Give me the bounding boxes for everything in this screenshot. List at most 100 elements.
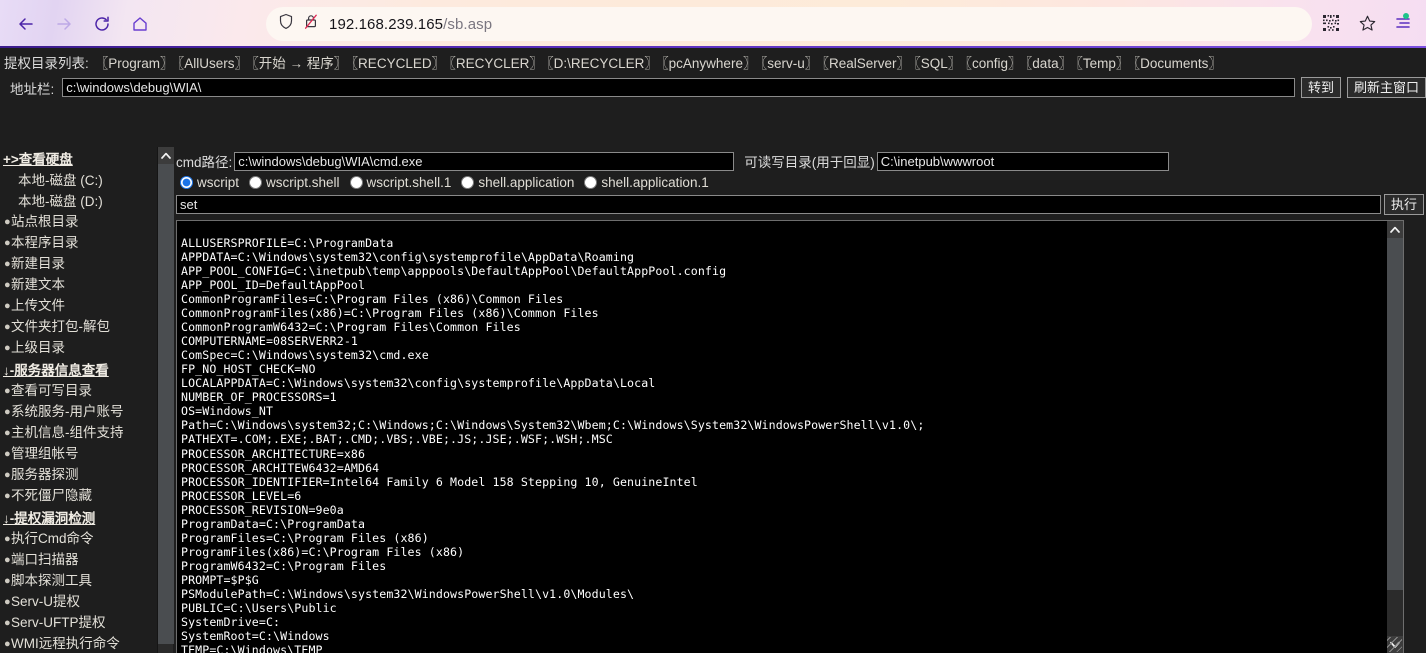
- sidebar-scroll-thumb[interactable]: [158, 164, 174, 644]
- sidebar-item-g2-5[interactable]: ●不死僵尸隐藏: [3, 486, 156, 507]
- bullet-icon: ●: [4, 385, 11, 397]
- bullet-icon: ●: [4, 469, 11, 481]
- sidebar-item-label: 站点根目录: [11, 214, 79, 229]
- bullet-icon: ●: [4, 533, 11, 545]
- priv-dir-link-5[interactable]: 〖D:\RECYCLER〗: [547, 56, 658, 71]
- bullet-icon: ●: [4, 237, 11, 249]
- bookmark-button[interactable]: [1350, 6, 1384, 40]
- sidebar-item-g3-3[interactable]: ●Serv-U提权: [3, 592, 156, 613]
- readwrite-dir-label: 可读写目录(用于回显): [744, 155, 875, 170]
- sidebar-item-label: 本程序目录: [11, 235, 79, 250]
- priv-dir-link-9[interactable]: 〖SQL〗: [914, 56, 961, 71]
- sidebar-item-g1-4[interactable]: ●上传文件: [3, 296, 156, 317]
- sidebar-item-label: 系统服务-用户账号: [11, 404, 124, 419]
- sidebar-item-g3-0[interactable]: ●执行Cmd命令: [3, 529, 156, 550]
- crossed-lock-icon[interactable]: [303, 13, 319, 35]
- sidebar-item-g1-1[interactable]: ●本程序目录: [3, 233, 156, 254]
- sidebar-item-label: 脚本探测工具: [11, 573, 92, 588]
- component-radio-input-1[interactable]: [249, 176, 263, 189]
- sidebar-item-label: 不死僵尸隐藏: [11, 488, 92, 503]
- priv-dir-link-8[interactable]: 〖RealServer〗: [822, 56, 910, 71]
- sidebar-item-g2-0[interactable]: ●查看可写目录: [3, 381, 156, 402]
- component-radio-label-0[interactable]: wscript: [197, 175, 239, 190]
- shield-icon[interactable]: [278, 13, 294, 35]
- home-button[interactable]: [122, 6, 158, 42]
- priv-dir-link-13[interactable]: 〖Documents〗: [1133, 56, 1222, 71]
- sidebar-disk-0[interactable]: 本地-磁盘 (C:): [3, 170, 156, 191]
- sidebar-scroll-up-button[interactable]: [158, 147, 174, 164]
- component-radio-input-2[interactable]: [349, 176, 363, 189]
- sidebar-item-label: Serv-U提权: [11, 594, 81, 609]
- component-radio-input-4[interactable]: [584, 176, 598, 189]
- sidebar-item-g2-2[interactable]: ●主机信息-组件支持: [3, 423, 156, 444]
- sidebar-item-label: 管理组帐号: [11, 446, 79, 461]
- back-button[interactable]: [8, 6, 44, 42]
- priv-dir-link-10[interactable]: 〖config〗: [965, 56, 1021, 71]
- sidebar-item-g1-6[interactable]: ●上级目录: [3, 338, 156, 359]
- sidebar-item-g3-1[interactable]: ●端口扫描器: [3, 550, 156, 571]
- qr-code-button[interactable]: [1314, 6, 1348, 40]
- bullet-icon: ●: [4, 448, 11, 460]
- component-radio-label-3[interactable]: shell.application: [478, 175, 574, 190]
- sidebar-item-g2-1[interactable]: ●系统服务-用户账号: [3, 402, 156, 423]
- cmd-path-row: cmd路径: 可读写目录(用于回显): [174, 147, 1426, 173]
- readwrite-dir-input[interactable]: [876, 151, 1169, 171]
- sidebar-item-g3-5[interactable]: ●WMI远程执行命令: [3, 634, 156, 653]
- component-radio-label-1[interactable]: wscript.shell: [266, 175, 340, 190]
- cmd-path-input[interactable]: [234, 151, 735, 171]
- command-input[interactable]: [176, 195, 1381, 214]
- priv-dir-link-1[interactable]: 〖AllUsers〗: [178, 56, 249, 71]
- component-radio-label-2[interactable]: wscript.shell.1: [367, 175, 452, 190]
- sidebar-head-view-disk[interactable]: +>查看硬盘: [3, 149, 156, 170]
- component-radio-label-4[interactable]: shell.application.1: [601, 175, 708, 190]
- url-bar[interactable]: 192.168.239.165/sb.asp: [266, 7, 1312, 41]
- priv-dir-link-12[interactable]: 〖Temp〗: [1076, 56, 1129, 71]
- component-radio-4[interactable]: shell.application.1: [584, 175, 709, 190]
- component-radio-1[interactable]: wscript.shell: [249, 175, 340, 190]
- sidebar-item-g3-2[interactable]: ●脚本探测工具: [3, 571, 156, 592]
- terminal-scroll-thumb[interactable]: [1387, 238, 1403, 590]
- sidebar-head-server-info[interactable]: ↓-服务器信息查看: [3, 359, 156, 381]
- bullet-icon: ●: [4, 342, 11, 354]
- url-text: 192.168.239.165/sb.asp: [329, 16, 492, 33]
- sidebar-item-g2-3[interactable]: ●管理组帐号: [3, 444, 156, 465]
- priv-dir-link-3[interactable]: 〖RECYCLED〗: [351, 56, 445, 71]
- goto-button[interactable]: 转到: [1300, 77, 1341, 98]
- component-radio-0[interactable]: wscript: [180, 175, 239, 190]
- priv-dir-link-0[interactable]: 〖Program〗: [95, 56, 174, 71]
- terminal-scrollbar[interactable]: [1387, 221, 1403, 653]
- sidebar-item-g3-4[interactable]: ●Serv-UFTP提权: [3, 613, 156, 634]
- priv-dir-link-4[interactable]: 〖RECYCLER〗: [449, 56, 543, 71]
- sidebar-item-g1-5[interactable]: ●文件夹打包-解包: [3, 317, 156, 338]
- sidebar-head-priv-vuln[interactable]: ↓-提权漏洞检测: [3, 507, 156, 529]
- sidebar-item-g1-0[interactable]: ●站点根目录: [3, 212, 156, 233]
- component-radio-2[interactable]: wscript.shell.1: [349, 175, 452, 190]
- priv-dir-link-11[interactable]: 〖data〗: [1026, 56, 1073, 71]
- bullet-icon: ●: [4, 300, 11, 312]
- refresh-main-window-button[interactable]: 刷新主窗口: [1346, 77, 1426, 98]
- sidebar-item-g2-4[interactable]: ●服务器探测: [3, 465, 156, 486]
- component-radio-input-0[interactable]: [180, 176, 193, 189]
- sidebar-scrollbar[interactable]: [157, 147, 174, 653]
- address-input[interactable]: [62, 78, 1295, 97]
- forward-button[interactable]: [46, 6, 82, 42]
- priv-dir-link-2[interactable]: 〖开始 → 程序〗: [252, 56, 347, 71]
- component-radio-3[interactable]: shell.application: [461, 175, 574, 190]
- reload-button[interactable]: [84, 6, 120, 42]
- sidebar-disk-1[interactable]: 本地-磁盘 (D:): [3, 191, 156, 212]
- sidebar-item-g1-2[interactable]: ●新建目录: [3, 254, 156, 275]
- priv-dir-link-7[interactable]: 〖serv-u〗: [760, 56, 818, 71]
- priv-dir-link-6[interactable]: 〖pcAnywhere〗: [662, 56, 757, 71]
- terminal-output[interactable]: ALLUSERSPROFILE=C:\ProgramData APPDATA=C…: [177, 232, 1388, 653]
- component-radio-input-3[interactable]: [461, 176, 475, 189]
- execute-button[interactable]: 执行: [1383, 194, 1424, 215]
- browser-menu-button[interactable]: [1386, 6, 1420, 40]
- sidebar-item-g1-3[interactable]: ●新建文本: [3, 275, 156, 296]
- terminal-scroll-up-button[interactable]: [1387, 221, 1403, 238]
- terminal-resize-grip[interactable]: [1387, 637, 1402, 652]
- bullet-icon: ●: [4, 216, 11, 228]
- bullet-icon: ●: [4, 554, 11, 566]
- bullet-icon: ●: [4, 617, 11, 629]
- sidebar-item-label: 主机信息-组件支持: [11, 425, 124, 440]
- bullet-icon: ●: [4, 406, 11, 418]
